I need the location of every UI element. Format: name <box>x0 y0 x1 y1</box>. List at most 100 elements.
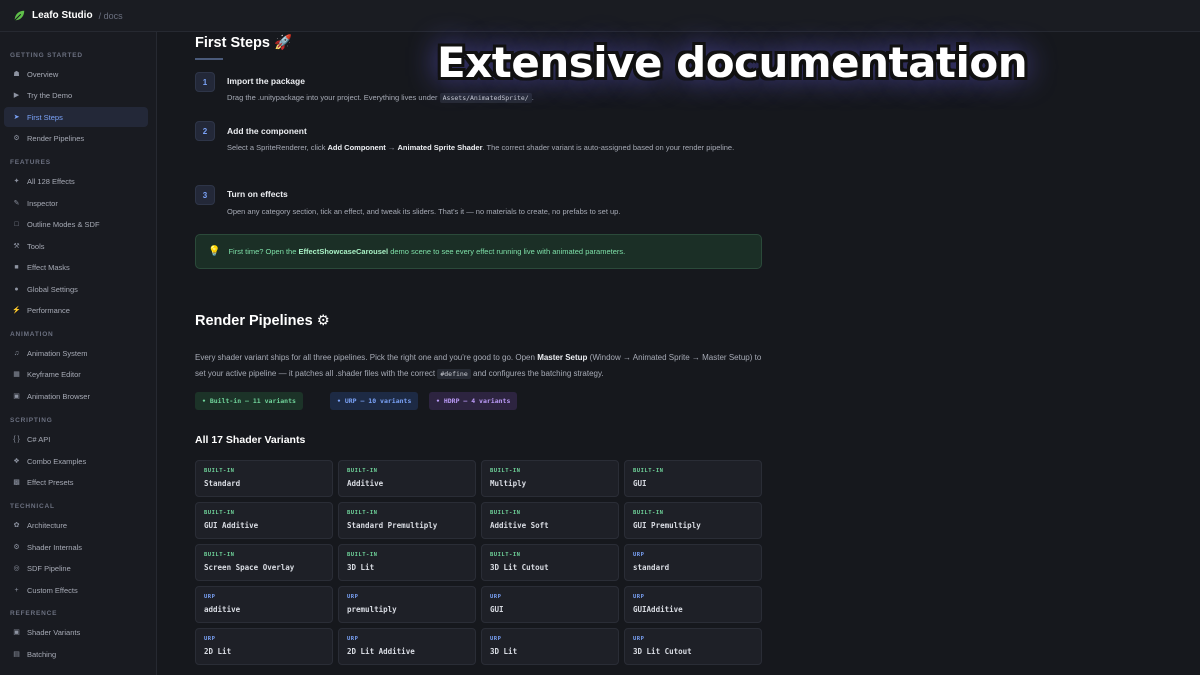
code-snippet: Assets/AnimatedSprite/ <box>439 93 532 103</box>
sidebar-item-c-api[interactable]: { } C# API <box>4 429 148 449</box>
sidebar-item-effect-presets[interactable]: ▩ Effect Presets <box>4 472 148 492</box>
variant-card[interactable]: URP 3D Lit Cutout <box>624 628 762 665</box>
step-number: 1 <box>195 72 215 92</box>
tip-text: First time? Open the EffectShowcaseCarou… <box>228 247 626 256</box>
cog-icon: ⚙ <box>13 544 20 551</box>
puzzle-icon: ❖ <box>13 458 20 465</box>
variant-pipeline-tag: BUILT-IN <box>347 468 378 474</box>
variant-pipeline-tag: BUILT-IN <box>204 552 235 558</box>
variant-card[interactable]: BUILT-IN Multiply <box>481 460 619 497</box>
variant-pipeline-tag: BUILT-IN <box>347 552 378 558</box>
bolt-icon: ⚡ <box>12 307 21 314</box>
variant-card[interactable]: BUILT-IN GUI Premultiply <box>624 502 762 539</box>
sidebar-item-label: Batching <box>27 649 57 659</box>
variant-name: standard <box>633 563 670 572</box>
sidebar-item-render-pipelines[interactable]: ⚙ Render Pipelines <box>4 128 148 148</box>
sidebar-item-label: First Steps <box>27 112 63 122</box>
pipeline-badge: • Built-in — 11 variants <box>195 392 303 410</box>
breadcrumb[interactable]: / docs <box>99 11 123 21</box>
sidebar-item-try-the-demo[interactable]: ▶ Try the Demo <box>4 85 148 105</box>
sidebar-item-overview[interactable]: ☗ Overview <box>4 64 148 84</box>
variant-card[interactable]: URP additive <box>195 586 333 623</box>
sidebar-item-performance[interactable]: ⚡ Performance <box>4 300 148 320</box>
sidebar-item-combo-examples[interactable]: ❖ Combo Examples <box>4 451 148 471</box>
sidebar-item-custom-effects[interactable]: + Custom Effects <box>4 580 148 600</box>
sidebar-item-label: SDF Pipeline <box>27 563 71 573</box>
stack-icon: ▤ <box>13 651 20 658</box>
sidebar-item-shader-internals[interactable]: ⚙ Shader Internals <box>4 537 148 557</box>
sidebar-item-outline-modes-sdf[interactable]: □ Outline Modes & SDF <box>4 214 148 234</box>
variant-card[interactable]: URP GUIAdditive <box>624 586 762 623</box>
variant-card[interactable]: BUILT-IN Additive Soft <box>481 502 619 539</box>
pipeline-badge: • HDRP — 4 variants <box>429 392 518 410</box>
sidebar-section-heading: ANIMATION <box>10 331 54 338</box>
sidebar-item-label: Combo Examples <box>27 456 87 466</box>
sidebar-item-label: C# API <box>27 434 51 444</box>
sidebar-section-heading: GETTING STARTED <box>10 52 83 59</box>
gear-icon: ⚙ <box>13 135 20 142</box>
sidebar-item-animation-system[interactable]: ♫ Animation System <box>4 343 148 363</box>
sidebar-item-label: Architecture <box>27 520 68 530</box>
sidebar-item-batching[interactable]: ▤ Batching <box>4 644 148 664</box>
variant-card[interactable]: BUILT-IN Standard <box>195 460 333 497</box>
tip-callout: 💡 First time? Open the EffectShowcaseCar… <box>195 234 762 269</box>
sidebar-item-label: Animation Browser <box>27 391 90 401</box>
first-steps-heading: First Steps 🚀 <box>195 35 293 51</box>
target-icon: ◎ <box>13 565 20 572</box>
gear-icon: ⚙ <box>316 313 330 329</box>
variant-card[interactable]: URP 3D Lit <box>481 628 619 665</box>
variant-pipeline-tag: BUILT-IN <box>204 510 235 516</box>
sidebar-item-global-settings[interactable]: ● Global Settings <box>4 279 148 299</box>
sidebar-item-inspector[interactable]: ✎ Inspector <box>4 193 148 213</box>
variant-pipeline-tag: BUILT-IN <box>347 510 378 516</box>
variant-pipeline-tag: BUILT-IN <box>633 510 664 516</box>
variant-card[interactable]: BUILT-IN 3D Lit Cutout <box>481 544 619 581</box>
variant-card[interactable]: URP premultiply <box>338 586 476 623</box>
variant-card[interactable]: URP standard <box>624 544 762 581</box>
step-body: Select a SpriteRenderer, click Add Compo… <box>227 143 735 152</box>
variant-name: Multiply <box>490 479 527 488</box>
sidebar-item-label: Custom Effects <box>27 585 78 595</box>
variant-card[interactable]: URP GUI <box>481 586 619 623</box>
pencil-icon: ✎ <box>13 200 20 207</box>
code-snippet: #define <box>437 369 471 379</box>
sidebar-item-effect-masks[interactable]: ■ Effect Masks <box>4 257 148 277</box>
variant-pipeline-tag: URP <box>633 636 645 642</box>
variant-pipeline-tag: URP <box>490 636 502 642</box>
variant-card[interactable]: URP 2D Lit <box>195 628 333 665</box>
sidebar-section-heading: REFERENCE <box>10 610 58 617</box>
brain-icon: ✿ <box>13 522 20 529</box>
variant-card[interactable]: BUILT-IN Screen Space Overlay <box>195 544 333 581</box>
sidebar-item-first-steps[interactable]: ➤ First Steps <box>4 107 148 127</box>
variant-name: Standard Premultiply <box>347 521 438 530</box>
sidebar-item-architecture[interactable]: ✿ Architecture <box>4 515 148 535</box>
variant-name: Additive <box>347 479 384 488</box>
brand-name[interactable]: Leafo Studio <box>32 10 93 21</box>
variant-card[interactable]: BUILT-IN Standard Premultiply <box>338 502 476 539</box>
variant-name: 2D Lit Additive <box>347 647 415 656</box>
pipeline-badge: • URP — 10 variants <box>330 392 419 410</box>
sidebar-item-label: Render Pipelines <box>27 133 85 143</box>
variant-name: GUI Premultiply <box>633 521 701 530</box>
variant-card[interactable]: URP 2D Lit Additive <box>338 628 476 665</box>
variant-card[interactable]: BUILT-IN Additive <box>338 460 476 497</box>
sidebar-item-keyframe-editor[interactable]: ▦ Keyframe Editor <box>4 364 148 384</box>
sidebar-item-all-128-effects[interactable]: ✦ All 128 Effects <box>4 171 148 191</box>
sidebar-item-label: Animation System <box>27 348 88 358</box>
variant-name: additive <box>204 605 241 614</box>
sidebar-item-sdf-pipeline[interactable]: ◎ SDF Pipeline <box>4 558 148 578</box>
step-title: Import the package <box>227 76 305 86</box>
sidebar-item-animation-browser[interactable]: ▣ Animation Browser <box>4 386 148 406</box>
step-body: Open any category section, tick an effec… <box>227 207 621 216</box>
showcase-scene-link[interactable]: EffectShowcaseCarousel <box>299 247 389 256</box>
variant-name: 3D Lit Cutout <box>490 563 549 572</box>
variant-card[interactable]: BUILT-IN GUI Additive <box>195 502 333 539</box>
variant-card[interactable]: BUILT-IN GUI <box>624 460 762 497</box>
variant-pipeline-tag: URP <box>347 594 359 600</box>
variant-card[interactable]: BUILT-IN 3D Lit <box>338 544 476 581</box>
plus-icon: + <box>14 586 19 594</box>
sidebar-item-tools[interactable]: ⚒ Tools <box>4 236 148 256</box>
leaf-logo-icon[interactable] <box>12 9 26 23</box>
sidebar-item-label: Tools <box>27 241 45 251</box>
sidebar-item-shader-variants[interactable]: ▣ Shader Variants <box>4 622 148 642</box>
